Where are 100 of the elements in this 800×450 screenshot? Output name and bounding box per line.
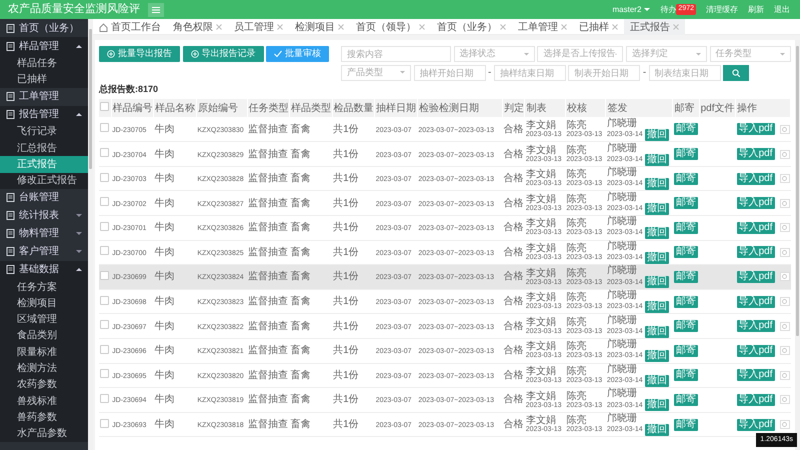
tab[interactable]: 首页（业务）	[431, 19, 512, 36]
sidebar-subitem[interactable]: 任务方案	[0, 278, 88, 296]
column-header: 任务类型	[247, 99, 290, 118]
withdraw-button[interactable]: 撤回	[645, 178, 670, 190]
import-pdf-button[interactable]: 导入pdf	[736, 172, 775, 185]
withdraw-button[interactable]: 撤回	[645, 374, 670, 387]
sidebar-subitem[interactable]: 修改正式报告	[0, 172, 88, 189]
tab[interactable]: 首页（领导）	[350, 19, 431, 36]
withdraw-button[interactable]: 撤回	[645, 326, 670, 338]
action-button[interactable]: 批量导出报告	[99, 46, 180, 62]
import-pdf-button[interactable]: 导入pdf	[736, 394, 775, 406]
import-pdf-button[interactable]: 导入pdf	[736, 148, 775, 160]
withdraw-button[interactable]: 撤回	[645, 202, 670, 215]
withdraw-button[interactable]: 撤回	[645, 128, 670, 141]
mail-button[interactable]: 邮寄	[674, 270, 698, 283]
import-pdf-button[interactable]: 导入pdf	[736, 246, 775, 258]
mail-button[interactable]: 邮寄	[674, 172, 698, 185]
import-pdf-button[interactable]: 导入pdf	[736, 197, 775, 210]
mail-button[interactable]: 邮寄	[674, 148, 698, 160]
import-pdf-button[interactable]: 导入pdf	[736, 418, 775, 431]
sidebar-item[interactable]: 报告管理	[0, 106, 88, 124]
sidebar-item[interactable]: 物料管理	[0, 224, 88, 243]
mail-button[interactable]: 邮寄	[674, 296, 698, 308]
name-text: 邝晓珊	[606, 290, 638, 302]
select-field[interactable]: 选择是否上传报告	[537, 46, 624, 62]
header-link[interactable]: 退出	[774, 4, 790, 16]
input-field[interactable]: 抽样结束日期	[494, 64, 566, 81]
sidebar-subitem[interactable]: 样品任务	[0, 55, 88, 72]
sidebar-subitem[interactable]: 检测项目	[0, 295, 88, 312]
sidebar-subitem[interactable]: 食品类别	[0, 328, 88, 344]
mail-button[interactable]: 邮寄	[674, 222, 698, 234]
withdraw-button[interactable]: 撤回	[645, 227, 670, 240]
sidebar-item[interactable]: 基础数据	[0, 260, 88, 279]
input-field[interactable]: 搜索内容	[341, 46, 451, 62]
tab[interactable]: 已抽样	[573, 19, 624, 36]
sidebar-subitem[interactable]: 正式报告	[0, 156, 88, 173]
withdraw-button[interactable]: 撤回	[645, 276, 670, 288]
table-cell: 牛肉	[154, 296, 175, 308]
name-text: 陈亮	[566, 169, 586, 180]
sidebar-subitem[interactable]: 检测方法	[0, 360, 88, 377]
sidebar-subitem[interactable]: 区域管理	[0, 311, 88, 328]
mail-button[interactable]: 邮寄	[674, 246, 698, 258]
select-field[interactable]: 任务类型	[710, 46, 791, 62]
user-menu[interactable]: master2	[612, 4, 650, 16]
input-field[interactable]: 制表结束日期	[648, 64, 721, 81]
sidebar-subitem[interactable]: 飞行记录	[0, 124, 88, 140]
tab[interactable]: 员工管理	[228, 19, 289, 36]
select-field[interactable]: 产品类型	[341, 64, 411, 81]
import-pdf-button[interactable]: 导入pdf	[736, 270, 775, 283]
tab[interactable]: 工单管理	[512, 19, 573, 36]
tab[interactable]: 检测项目	[289, 19, 350, 36]
withdraw-button[interactable]: 撤回	[645, 424, 670, 436]
action-button[interactable]: 批量审核	[266, 46, 329, 62]
tab[interactable]: 正式报告	[624, 19, 685, 36]
withdraw-button[interactable]: 撤回	[645, 399, 670, 412]
tab[interactable]: 角色权限	[167, 19, 228, 36]
select-field[interactable]: 选择判定	[626, 46, 708, 62]
mail-button[interactable]: 邮寄	[674, 320, 698, 332]
sidebar-subitem[interactable]: 农药参数	[0, 376, 88, 393]
header-link[interactable]: 清理缓存	[706, 4, 738, 16]
import-pdf-button[interactable]: 导入pdf	[736, 222, 775, 234]
sidebar-item[interactable]: 客户管理	[0, 242, 88, 261]
mail-button[interactable]: 邮寄	[674, 369, 698, 382]
sidebar-item[interactable]: 工单管理	[0, 88, 88, 106]
mail-button[interactable]: 邮寄	[674, 344, 698, 357]
input-field[interactable]: 制表开始日期	[568, 64, 640, 81]
select-field[interactable]: 选择状态	[454, 46, 535, 62]
sidebar-subitem[interactable]: 汇总报告	[0, 140, 88, 156]
name-text: 邝晓珊	[606, 240, 638, 252]
import-pdf-button[interactable]: 导入pdf	[736, 369, 775, 382]
import-pdf-button[interactable]: 导入pdf	[736, 296, 775, 308]
sidebar-item[interactable]: 统计报表	[0, 206, 88, 225]
sidebar-subitem[interactable]: 水产品参数	[0, 426, 88, 442]
import-pdf-button[interactable]: 导入pdf	[736, 344, 775, 357]
column-header: 操作	[736, 99, 790, 118]
column-header: 签发	[606, 99, 673, 118]
sidebar-subitem[interactable]: 兽药参数	[0, 409, 88, 426]
name-text: 李文娟	[526, 169, 556, 180]
withdraw-button[interactable]: 撤回	[645, 350, 670, 362]
sidebar-item[interactable]: 台账管理	[0, 188, 88, 207]
mail-button[interactable]: 邮寄	[674, 394, 698, 406]
input-field[interactable]: 抽样开始日期	[414, 64, 486, 81]
name-text: 李文娟	[526, 316, 557, 328]
sidebar-item[interactable]: 样品管理	[0, 37, 88, 56]
sidebar-subitem[interactable]: 已抽样	[0, 71, 88, 88]
sidebar-subitem[interactable]: 兽残标准	[0, 392, 88, 410]
tab[interactable]: 首页工作台	[93, 19, 167, 36]
action-button[interactable]: 导出报告记录	[182, 46, 264, 62]
header-link[interactable]: 刷新	[748, 4, 764, 16]
mail-button[interactable]: 邮寄	[674, 197, 698, 210]
mail-button[interactable]: 邮寄	[674, 123, 698, 136]
table-cell: 畜禽	[290, 271, 311, 282]
mail-button[interactable]: 邮寄	[674, 418, 698, 431]
withdraw-button[interactable]: 撤回	[645, 154, 670, 166]
import-pdf-button[interactable]: 导入pdf	[736, 123, 775, 136]
sidebar-subitem[interactable]: 限量标准	[0, 344, 88, 360]
sidebar-item[interactable]: 首页（业务）	[0, 19, 88, 38]
withdraw-button[interactable]: 撤回	[645, 301, 670, 314]
import-pdf-button[interactable]: 导入pdf	[736, 320, 775, 332]
withdraw-button[interactable]: 撤回	[645, 252, 670, 264]
